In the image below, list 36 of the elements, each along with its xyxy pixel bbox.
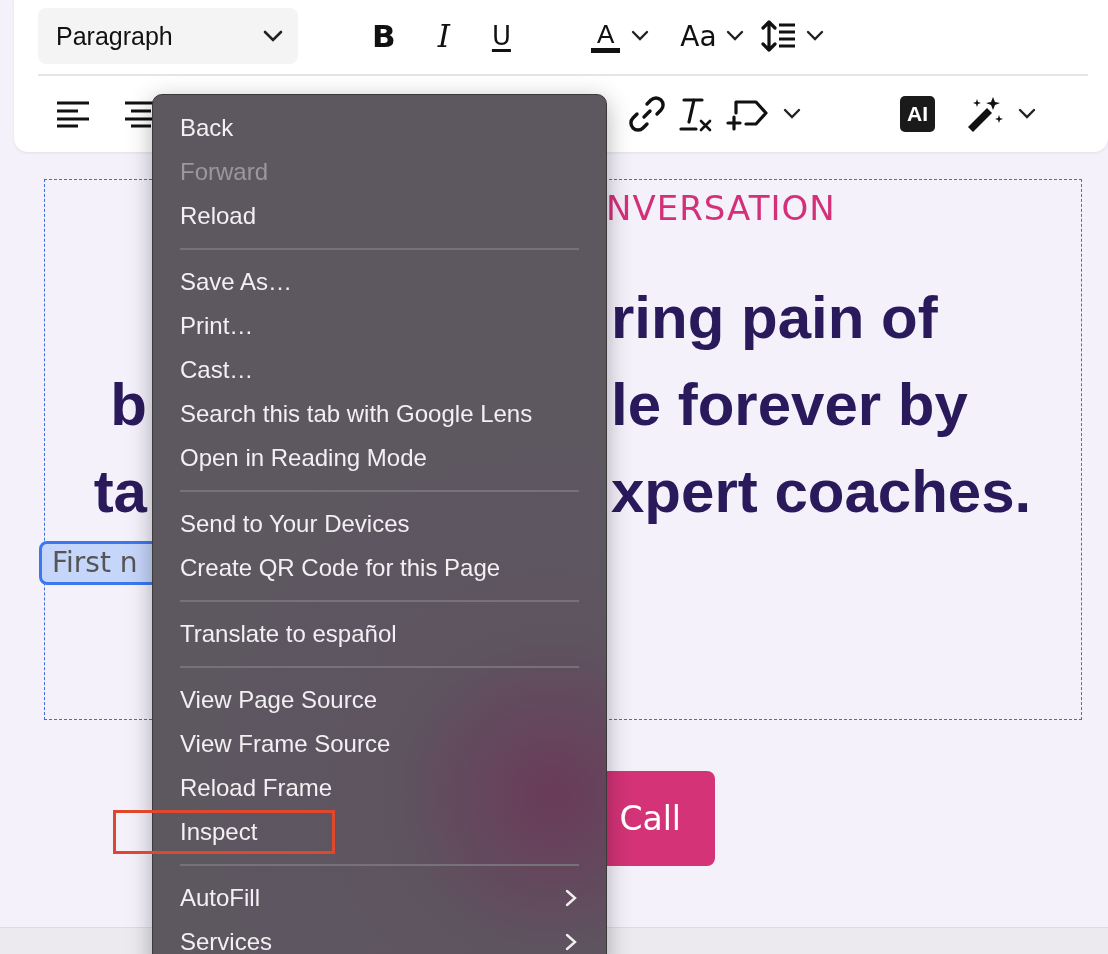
menu-item[interactable]: Search this tab with Google Lens xyxy=(153,392,606,436)
headline-text: b xyxy=(110,370,147,439)
headline-text: ring pain of xyxy=(611,284,938,351)
eyebrow-text: NVERSATION xyxy=(606,188,836,228)
menu-item[interactable]: Back xyxy=(153,106,606,150)
chevron-down-icon[interactable] xyxy=(630,30,651,42)
chevron-down-icon[interactable] xyxy=(804,30,825,42)
menu-item[interactable]: View Page Source xyxy=(153,678,606,722)
menu-item[interactable]: Services xyxy=(153,920,606,954)
menu-item[interactable]: Translate to español xyxy=(153,612,606,656)
menu-item[interactable]: View Frame Source xyxy=(153,722,606,766)
chevron-down-icon[interactable] xyxy=(724,30,745,42)
text-color-button[interactable]: A xyxy=(588,19,623,53)
menu-item[interactable]: Open in Reading Mode xyxy=(153,436,606,480)
tag-add-icon[interactable] xyxy=(726,97,770,131)
menu-item[interactable]: Save As… xyxy=(153,260,606,304)
menu-item[interactable]: Cast… xyxy=(153,348,606,392)
font-size-button[interactable]: Aa xyxy=(680,19,717,53)
underline-button[interactable]: U xyxy=(487,18,515,54)
menu-item[interactable]: Reload xyxy=(153,194,606,238)
menu-item[interactable]: Print… xyxy=(153,304,606,348)
headline-text: le forever by xyxy=(611,371,968,438)
chevron-down-icon xyxy=(262,29,284,43)
ai-button[interactable]: AI xyxy=(900,96,935,132)
bold-button[interactable]: B xyxy=(368,18,400,54)
line-height-icon[interactable] xyxy=(760,19,797,53)
align-left-icon[interactable] xyxy=(56,100,90,128)
block-style-dropdown[interactable]: Paragraph xyxy=(38,8,298,64)
headline-text: ta xyxy=(93,457,147,526)
italic-button[interactable]: I xyxy=(433,18,454,54)
clear-formatting-icon[interactable] xyxy=(678,96,714,132)
menu-item[interactable]: AutoFill xyxy=(153,876,606,920)
link-icon[interactable] xyxy=(628,95,666,133)
chevron-down-icon[interactable] xyxy=(1017,108,1037,120)
chevron-down-icon[interactable] xyxy=(782,108,802,120)
headline-text: xpert coaches. xyxy=(611,458,1032,525)
